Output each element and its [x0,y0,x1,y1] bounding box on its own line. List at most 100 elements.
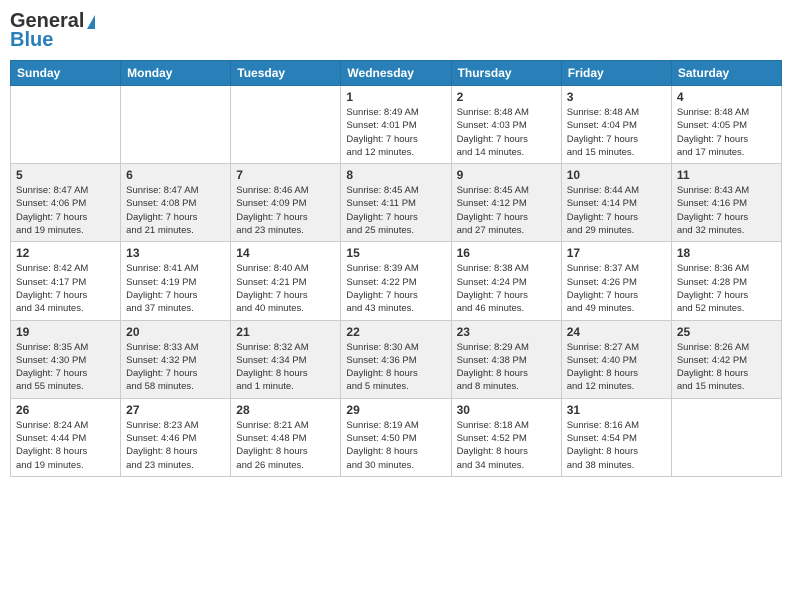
day-info: Sunrise: 8:48 AM Sunset: 4:04 PM Dayligh… [567,106,666,159]
header-sunday: Sunday [11,61,121,86]
day-number: 6 [126,168,225,182]
day-cell: 29Sunrise: 8:19 AM Sunset: 4:50 PM Dayli… [341,398,451,476]
day-info: Sunrise: 8:24 AM Sunset: 4:44 PM Dayligh… [16,419,115,472]
header-saturday: Saturday [671,61,781,86]
day-cell: 8 Sunrise: 8:45 AM Sunset: 4:11 PM Daylig… [341,164,451,242]
day-cell: 26 Sunrise: 8:24 AM Sunset: 4:44 PM Dayli… [11,398,121,476]
day-number: 13 [126,246,225,260]
day-info: Sunrise: 8:43 AM Sunset: 4:16 PM Dayligh… [677,184,776,237]
day-info: Sunrise: 8:27 AM Sunset: 4:40 PM Dayligh… [567,341,666,394]
day-info: Sunrise: 8:44 AM Sunset: 4:14 PM Dayligh… [567,184,666,237]
day-info: Sunrise: 8:48 AM Sunset: 4:05 PM Dayligh… [677,106,776,159]
day-cell: 22 Sunrise: 8:30 AM Sunset: 4:36 PM Dayli… [341,320,451,398]
day-info: Sunrise: 8:47 AM Sunset: 4:08 PM Dayligh… [126,184,225,237]
day-info: Sunrise: 8:45 AM Sunset: 4:11 PM Dayligh… [346,184,445,237]
day-cell: 11 Sunrise: 8:43 AM Sunset: 4:16 PM Dayli… [671,164,781,242]
day-cell: 14Sunrise: 8:40 AM Sunset: 4:21 PM Dayli… [231,242,341,320]
day-cell: 9 Sunrise: 8:45 AM Sunset: 4:12 PM Daylig… [451,164,561,242]
day-info: Sunrise: 8:19 AM Sunset: 4:50 PM Dayligh… [346,419,445,472]
day-cell: 24 Sunrise: 8:27 AM Sunset: 4:40 PM Dayli… [561,320,671,398]
day-info: Sunrise: 8:35 AM Sunset: 4:30 PM Dayligh… [16,341,115,394]
logo: General Blue [10,10,95,52]
day-info: Sunrise: 8:33 AM Sunset: 4:32 PM Dayligh… [126,341,225,394]
page: General Blue Sunday Monday Tuesday Wedne… [0,0,792,612]
day-cell: 23Sunrise: 8:29 AM Sunset: 4:38 PM Dayli… [451,320,561,398]
logo-blue-text: Blue [10,29,53,52]
day-info: Sunrise: 8:16 AM Sunset: 4:54 PM Dayligh… [567,419,666,472]
day-cell: 31 Sunrise: 8:16 AM Sunset: 4:54 PM Dayli… [561,398,671,476]
day-number: 20 [126,325,225,339]
weekday-header-row: Sunday Monday Tuesday Wednesday Thursday… [11,61,782,86]
day-info: Sunrise: 8:23 AM Sunset: 4:46 PM Dayligh… [126,419,225,472]
day-cell: 7 Sunrise: 8:46 AM Sunset: 4:09 PM Daylig… [231,164,341,242]
day-number: 27 [126,403,225,417]
day-info: Sunrise: 8:48 AM Sunset: 4:03 PM Dayligh… [457,106,556,159]
day-cell [231,86,341,164]
day-cell: 5 Sunrise: 8:47 AM Sunset: 4:06 PM Daylig… [11,164,121,242]
day-info: Sunrise: 8:41 AM Sunset: 4:19 PM Dayligh… [126,262,225,315]
day-cell: 10 Sunrise: 8:44 AM Sunset: 4:14 PM Dayli… [561,164,671,242]
day-cell [121,86,231,164]
day-number: 25 [677,325,776,339]
week-row-5: 26 Sunrise: 8:24 AM Sunset: 4:44 PM Dayli… [11,398,782,476]
day-cell [11,86,121,164]
day-info: Sunrise: 8:30 AM Sunset: 4:36 PM Dayligh… [346,341,445,394]
week-row-1: 1 Sunrise: 8:49 AM Sunset: 4:01 PM Daylig… [11,86,782,164]
day-number: 10 [567,168,666,182]
day-cell: 16 Sunrise: 8:38 AM Sunset: 4:24 PM Dayli… [451,242,561,320]
day-number: 19 [16,325,115,339]
day-cell: 30 Sunrise: 8:18 AM Sunset: 4:52 PM Dayli… [451,398,561,476]
day-cell: 13 Sunrise: 8:41 AM Sunset: 4:19 PM Dayli… [121,242,231,320]
day-number: 17 [567,246,666,260]
day-info: Sunrise: 8:40 AM Sunset: 4:21 PM Dayligh… [236,262,335,315]
day-number: 16 [457,246,556,260]
header-thursday: Thursday [451,61,561,86]
day-cell: 1 Sunrise: 8:49 AM Sunset: 4:01 PM Daylig… [341,86,451,164]
day-number: 4 [677,90,776,104]
day-number: 21 [236,325,335,339]
day-number: 15 [346,246,445,260]
day-number: 24 [567,325,666,339]
day-info: Sunrise: 8:36 AM Sunset: 4:28 PM Dayligh… [677,262,776,315]
day-info: Sunrise: 8:45 AM Sunset: 4:12 PM Dayligh… [457,184,556,237]
week-row-4: 19 Sunrise: 8:35 AM Sunset: 4:30 PM Dayli… [11,320,782,398]
day-number: 22 [346,325,445,339]
day-cell: 21 Sunrise: 8:32 AM Sunset: 4:34 PM Dayli… [231,320,341,398]
week-row-3: 12Sunrise: 8:42 AM Sunset: 4:17 PM Dayli… [11,242,782,320]
day-cell: 18 Sunrise: 8:36 AM Sunset: 4:28 PM Dayli… [671,242,781,320]
day-cell: 20 Sunrise: 8:33 AM Sunset: 4:32 PM Dayli… [121,320,231,398]
day-number: 7 [236,168,335,182]
day-info: Sunrise: 8:18 AM Sunset: 4:52 PM Dayligh… [457,419,556,472]
day-number: 8 [346,168,445,182]
day-number: 31 [567,403,666,417]
week-row-2: 5 Sunrise: 8:47 AM Sunset: 4:06 PM Daylig… [11,164,782,242]
day-cell: 3Sunrise: 8:48 AM Sunset: 4:04 PM Daylig… [561,86,671,164]
day-cell: 15 Sunrise: 8:39 AM Sunset: 4:22 PM Dayli… [341,242,451,320]
day-info: Sunrise: 8:32 AM Sunset: 4:34 PM Dayligh… [236,341,335,394]
day-number: 11 [677,168,776,182]
day-cell: 17 Sunrise: 8:37 AM Sunset: 4:26 PM Dayli… [561,242,671,320]
day-number: 26 [16,403,115,417]
day-cell: 27 Sunrise: 8:23 AM Sunset: 4:46 PM Dayli… [121,398,231,476]
day-info: Sunrise: 8:39 AM Sunset: 4:22 PM Dayligh… [346,262,445,315]
day-number: 9 [457,168,556,182]
day-info: Sunrise: 8:37 AM Sunset: 4:26 PM Dayligh… [567,262,666,315]
day-info: Sunrise: 8:38 AM Sunset: 4:24 PM Dayligh… [457,262,556,315]
day-number: 30 [457,403,556,417]
header-wednesday: Wednesday [341,61,451,86]
day-info: Sunrise: 8:26 AM Sunset: 4:42 PM Dayligh… [677,341,776,394]
day-info: Sunrise: 8:46 AM Sunset: 4:09 PM Dayligh… [236,184,335,237]
day-cell: 12Sunrise: 8:42 AM Sunset: 4:17 PM Dayli… [11,242,121,320]
day-cell: 19 Sunrise: 8:35 AM Sunset: 4:30 PM Dayli… [11,320,121,398]
day-info: Sunrise: 8:21 AM Sunset: 4:48 PM Dayligh… [236,419,335,472]
day-number: 1 [346,90,445,104]
day-cell: 4 Sunrise: 8:48 AM Sunset: 4:05 PM Daylig… [671,86,781,164]
day-number: 5 [16,168,115,182]
day-number: 12 [16,246,115,260]
day-number: 18 [677,246,776,260]
day-info: Sunrise: 8:47 AM Sunset: 4:06 PM Dayligh… [16,184,115,237]
day-number: 23 [457,325,556,339]
header-monday: Monday [121,61,231,86]
day-cell: 2Sunrise: 8:48 AM Sunset: 4:03 PM Daylig… [451,86,561,164]
day-info: Sunrise: 8:49 AM Sunset: 4:01 PM Dayligh… [346,106,445,159]
